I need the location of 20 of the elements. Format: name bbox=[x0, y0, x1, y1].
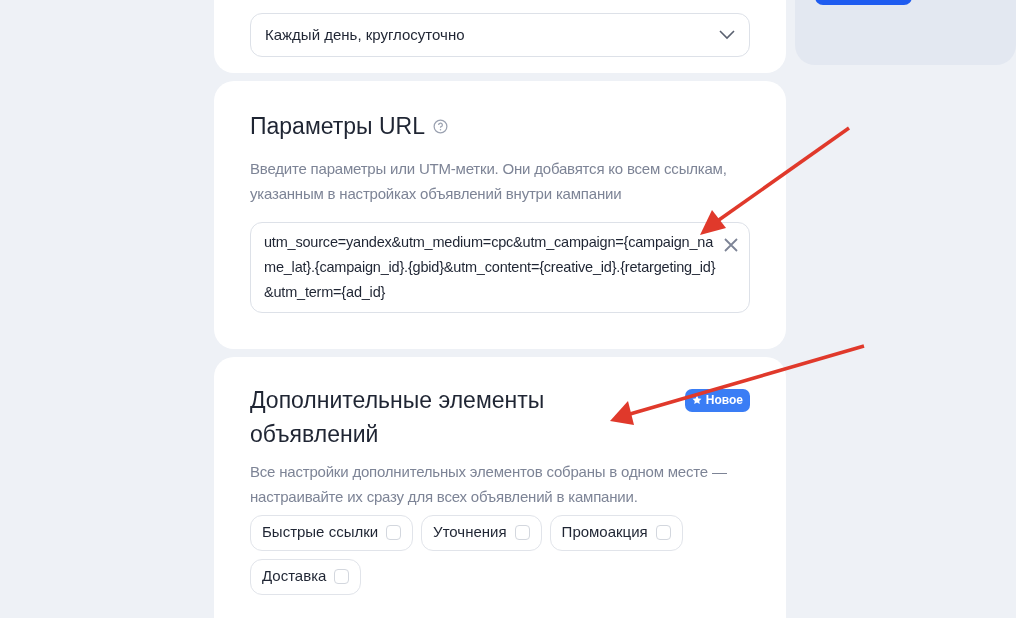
section-title: Параметры URL bbox=[250, 112, 425, 141]
star-icon bbox=[691, 395, 702, 405]
new-badge: Новое bbox=[684, 388, 750, 412]
section-description: Введите параметры или UTM-метки. Они добавятся ко всем ссылкам, указанным в настройках объявлений внутри кампании bbox=[250, 158, 728, 204]
option-chip[interactable]: Промоакция bbox=[549, 514, 683, 551]
help-icon[interactable] bbox=[433, 118, 448, 134]
checkbox[interactable] bbox=[386, 525, 402, 540]
chevron-down-icon bbox=[719, 30, 735, 40]
checkbox[interactable] bbox=[655, 525, 671, 540]
section-description: Все настройки дополнительных элементов собраны в одном месте — настраивайте их сразу для всех объявлений в кампании. bbox=[250, 461, 728, 507]
url-params-field[interactable]: utm_source=yandex&utm_medium=cpc&utm_campaign={campaign_name_lat}.{campaign_id}.{gbid}&utm_content={creative_id}.{retargeting_id}&utm_term={ad_id} bbox=[250, 221, 750, 313]
checkbox[interactable] bbox=[514, 525, 530, 540]
option-chip[interactable]: Быстрые ссылки bbox=[250, 514, 414, 551]
schedule-dropdown[interactable]: Каждый день, круглосуточно bbox=[250, 13, 750, 57]
option-chip[interactable]: Уточнения bbox=[421, 514, 542, 551]
field-value: utm_source=yandex&utm_medium=cpc&utm_campaign={campaign_name_lat}.{campaign_id}.{gbid}&utm_content={creative_id}.{retargeting_id}&utm_term={ad_id} bbox=[264, 232, 717, 302]
close-icon[interactable] bbox=[723, 236, 739, 253]
section-title: Дополнительные элементы объявлений bbox=[250, 385, 546, 449]
checkbox[interactable] bbox=[334, 569, 350, 584]
option-chip[interactable]: Доставка bbox=[250, 558, 362, 595]
